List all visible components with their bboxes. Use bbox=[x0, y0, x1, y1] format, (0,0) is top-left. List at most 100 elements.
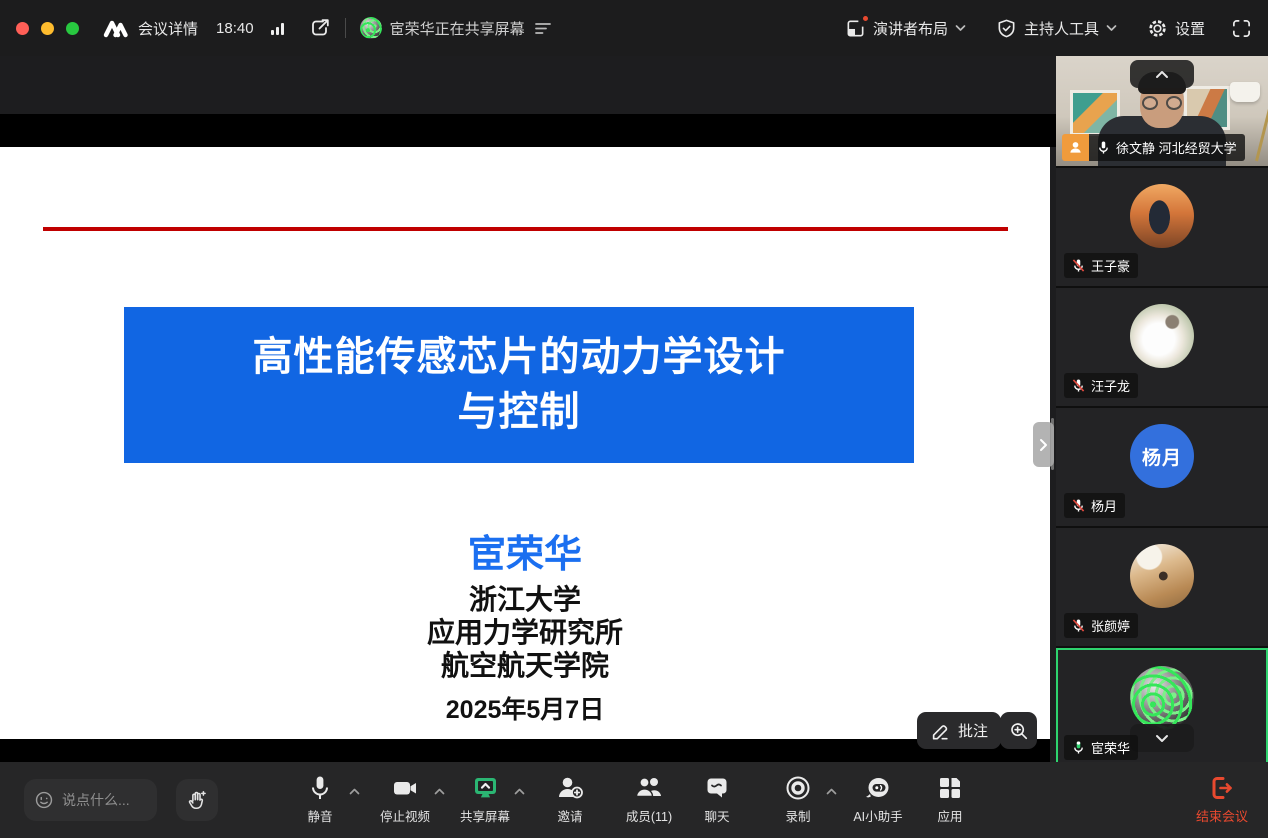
participants-sidebar: 徐文静 河北经贸大学 王子豪 bbox=[1056, 56, 1268, 762]
ai-assistant-button[interactable]: AI小助手 bbox=[844, 773, 912, 829]
annotate-button[interactable]: 批注 bbox=[917, 712, 1001, 749]
invite-button[interactable]: 邀请 bbox=[546, 773, 594, 829]
mic-muted-icon bbox=[1072, 258, 1085, 273]
sharing-menu-icon[interactable] bbox=[534, 20, 552, 36]
pen-icon bbox=[930, 721, 950, 741]
host-tools-button[interactable]: 主持人工具 bbox=[996, 18, 1117, 39]
record-options-chevron[interactable] bbox=[826, 788, 837, 795]
camera-icon bbox=[392, 775, 418, 801]
app-logo-icon bbox=[103, 18, 129, 38]
slide-title-line2: 与控制 bbox=[458, 385, 581, 440]
raise-hand-button[interactable] bbox=[176, 779, 218, 821]
meeting-time: 18:40 bbox=[216, 20, 254, 37]
apps-grid-icon bbox=[937, 775, 963, 801]
chevron-down-icon bbox=[955, 24, 966, 32]
record-icon bbox=[785, 775, 811, 801]
chat-button[interactable]: 聊天 bbox=[693, 773, 741, 829]
expand-videos-button[interactable] bbox=[1130, 724, 1194, 752]
slide-org-line3: 航空航天学院 bbox=[0, 644, 1050, 684]
mic-speaking-icon bbox=[1072, 740, 1085, 755]
robot-icon bbox=[865, 775, 892, 801]
notification-dot bbox=[861, 14, 870, 23]
participant-tile[interactable]: 王子豪 bbox=[1056, 168, 1268, 286]
mic-muted-icon bbox=[1072, 618, 1085, 633]
titlebar: 会议详情 18:40 宦荣华正在共享屏幕 bbox=[0, 0, 1268, 56]
participant-label: 汪子龙 bbox=[1064, 373, 1138, 398]
network-signal-icon bbox=[270, 20, 287, 36]
layout-icon bbox=[845, 18, 866, 39]
slide-date: 2025年5月7日 bbox=[0, 690, 1050, 726]
participant-label: 王子豪 bbox=[1064, 253, 1138, 278]
speaker-layout-button[interactable]: 演讲者布局 bbox=[845, 18, 966, 39]
letterbox-top bbox=[0, 114, 1056, 147]
chevron-up-icon bbox=[1155, 70, 1169, 79]
participant-tile[interactable]: 杨月 杨月 bbox=[1056, 408, 1268, 526]
apps-button[interactable]: 应用 bbox=[926, 773, 974, 829]
minimize-window-button[interactable] bbox=[41, 22, 54, 35]
video-options-chevron[interactable] bbox=[434, 788, 445, 795]
settings-button[interactable]: 设置 bbox=[1147, 18, 1205, 39]
slide-title-line1: 高性能传感芯片的动力学设计 bbox=[253, 330, 786, 385]
chevron-down-icon bbox=[1155, 734, 1169, 743]
meeting-window: 会议详情 18:40 宦荣华正在共享屏幕 bbox=[0, 0, 1268, 838]
participant-tile[interactable]: 张颜婷 bbox=[1056, 528, 1268, 646]
exit-door-icon bbox=[1209, 775, 1236, 801]
slide-presenter-name: 宦荣华 bbox=[0, 523, 1050, 578]
presentation-slide: 高性能传感芯片的动力学设计 与控制 宦荣华 浙江大学 应用力学研究所 航空航天学… bbox=[0, 147, 1050, 739]
gear-icon bbox=[1147, 18, 1168, 39]
shared-screen-area: 高性能传感芯片的动力学设计 与控制 宦荣华 浙江大学 应用力学研究所 航空航天学… bbox=[0, 56, 1056, 762]
bottom-toolbar: 静音 停止视频 共享屏幕 bbox=[0, 762, 1268, 838]
stop-video-button[interactable]: 停止视频 bbox=[375, 773, 435, 829]
mic-muted-icon bbox=[1072, 498, 1085, 513]
share-export-icon[interactable] bbox=[309, 17, 331, 39]
participant-label: 徐文静 河北经贸大学 bbox=[1062, 135, 1245, 160]
emoji-icon[interactable] bbox=[34, 790, 54, 810]
avatar: 杨月 bbox=[1130, 424, 1194, 488]
presenter-badge-icon bbox=[1062, 134, 1089, 161]
close-window-button[interactable] bbox=[16, 22, 29, 35]
mic-on-icon bbox=[1097, 140, 1110, 155]
participant-tile-active-speaker[interactable]: 宦荣华 bbox=[1056, 648, 1268, 762]
titlebar-divider bbox=[345, 18, 346, 38]
people-icon bbox=[635, 775, 663, 801]
letterbox-bottom bbox=[0, 739, 1050, 762]
avatar bbox=[1130, 544, 1194, 608]
magnifier-plus-icon bbox=[1009, 721, 1029, 741]
avatar bbox=[1130, 304, 1194, 368]
slide-title-box: 高性能传感芯片的动力学设计 与控制 bbox=[124, 307, 914, 463]
participant-label: 宦荣华 bbox=[1064, 735, 1138, 760]
chevron-down-icon bbox=[1106, 24, 1117, 32]
members-button[interactable]: 成员(11) bbox=[617, 773, 681, 829]
participant-label: 张颜婷 bbox=[1064, 613, 1138, 638]
mic-icon bbox=[308, 775, 332, 801]
slide-divider-line bbox=[43, 227, 1008, 231]
window-controls bbox=[16, 22, 79, 35]
share-screen-button[interactable]: 共享屏幕 bbox=[455, 773, 515, 829]
meeting-details-button[interactable]: 会议详情 bbox=[138, 18, 198, 39]
participant-label: 杨月 bbox=[1064, 493, 1125, 518]
sidebar-collapse-handle[interactable] bbox=[1033, 422, 1054, 467]
end-meeting-button[interactable]: 结束会议 bbox=[1186, 773, 1258, 829]
chat-message-input[interactable] bbox=[62, 792, 142, 808]
collapse-videos-button[interactable] bbox=[1130, 60, 1194, 88]
sharing-status: 宦荣华正在共享屏幕 bbox=[390, 18, 525, 39]
mic-muted-icon bbox=[1072, 378, 1085, 393]
participant-tile[interactable]: 徐文静 河北经贸大学 bbox=[1056, 56, 1268, 166]
chevron-right-icon bbox=[1039, 438, 1048, 452]
fullscreen-icon[interactable] bbox=[1231, 18, 1252, 39]
raised-hand-icon bbox=[186, 789, 208, 811]
record-button[interactable]: 录制 bbox=[774, 773, 822, 829]
mute-options-chevron[interactable] bbox=[349, 788, 360, 795]
share-options-chevron[interactable] bbox=[514, 788, 525, 795]
zoom-window-button[interactable] bbox=[66, 22, 79, 35]
avatar bbox=[1130, 184, 1194, 248]
person-plus-icon bbox=[557, 775, 583, 801]
sharer-avatar bbox=[360, 17, 382, 39]
zoom-in-button[interactable] bbox=[1000, 712, 1037, 749]
avatar bbox=[1130, 666, 1194, 730]
participant-tile[interactable]: 汪子龙 bbox=[1056, 288, 1268, 406]
chat-bubble-icon bbox=[704, 775, 730, 801]
share-screen-icon bbox=[472, 775, 499, 801]
quick-chat-field[interactable] bbox=[24, 779, 157, 821]
mute-button[interactable]: 静音 bbox=[296, 773, 344, 829]
